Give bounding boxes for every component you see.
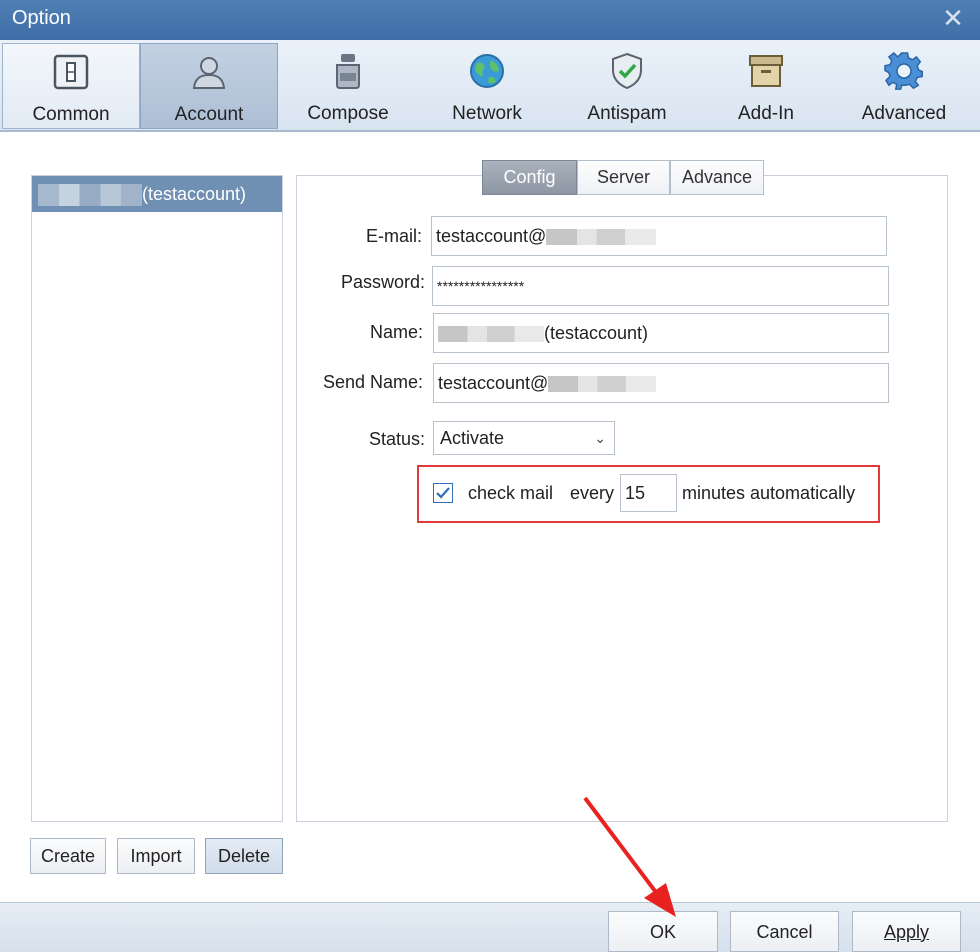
account-list-item[interactable]: (testaccount)	[32, 176, 282, 212]
tab-advance[interactable]: Advance	[670, 160, 764, 195]
toolbar-label-antispam: Antispam	[587, 103, 667, 124]
toolbar-label-compose: Compose	[307, 103, 389, 124]
send-name-label: Send Name:	[322, 372, 423, 392]
every-label: every	[570, 483, 615, 503]
tab-server[interactable]: Server	[577, 160, 670, 195]
status-value: Activate	[440, 428, 505, 448]
email-value: testaccount@	[436, 226, 547, 246]
toolbar-item-common[interactable]: Common	[2, 43, 140, 129]
close-icon[interactable]: ✕	[940, 5, 966, 31]
toolbar-label-account: Account	[174, 104, 244, 125]
apply-button[interactable]: Apply	[852, 911, 961, 952]
check-mail-checkbox[interactable]	[433, 483, 453, 503]
name-field[interactable]: (testaccount)	[433, 313, 889, 353]
send-name-field[interactable]: testaccount@	[433, 363, 889, 403]
category-toolbar: Common Account Compose Network Antispam	[0, 40, 980, 132]
toolbar-item-add-in[interactable]: Add-In	[697, 43, 835, 129]
check-mail-label: check mail	[468, 483, 554, 503]
minutes-field[interactable]: 15	[620, 474, 677, 512]
email-field[interactable]: testaccount@	[431, 216, 887, 256]
redacted-name	[438, 326, 544, 343]
status-label: Status:	[368, 429, 425, 449]
toolbar-label-add-in: Add-In	[738, 103, 794, 124]
toolbar-item-network[interactable]: Network	[418, 43, 556, 129]
ok-button[interactable]: OK	[608, 911, 718, 952]
antispam-icon	[612, 52, 642, 90]
title-bar: Option ✕	[0, 0, 980, 40]
email-label: E-mail:	[365, 226, 422, 246]
window-title: Option	[12, 7, 71, 29]
chevron-down-icon: ⌄	[594, 430, 606, 446]
toolbar-item-account[interactable]: Account	[140, 43, 278, 129]
redacted-email-domain	[546, 229, 657, 246]
redacted-account-name	[38, 184, 142, 207]
compose-icon	[336, 54, 360, 89]
common-icon	[53, 54, 89, 90]
name-value: (testaccount)	[544, 323, 649, 343]
toolbar-label-advanced: Advanced	[861, 103, 947, 124]
account-list-item-label: (testaccount)	[142, 184, 247, 204]
minutes-suffix-label: minutes automatically	[682, 483, 856, 503]
checkmark-icon	[436, 487, 450, 499]
send-name-value: testaccount@	[438, 373, 549, 393]
add-in-icon	[749, 55, 783, 87]
network-icon	[470, 54, 504, 88]
create-account-button[interactable]: Create	[30, 838, 106, 874]
toolbar-item-advanced[interactable]: Advanced	[835, 43, 973, 129]
toolbar-item-compose[interactable]: Compose	[279, 43, 417, 129]
cancel-button[interactable]: Cancel	[730, 911, 839, 952]
import-account-button[interactable]: Import	[117, 838, 195, 874]
advanced-icon	[884, 51, 923, 90]
account-list[interactable]: (testaccount)	[31, 175, 283, 822]
toolbar-label-common: Common	[32, 104, 110, 125]
tab-config[interactable]: Config	[482, 160, 577, 195]
name-label: Name:	[369, 322, 423, 342]
password-label: Password:	[340, 272, 425, 292]
redacted-send-domain	[548, 376, 657, 393]
status-select[interactable]: Activate ⌄	[433, 421, 615, 455]
delete-account-button[interactable]: Delete	[205, 838, 283, 874]
password-field[interactable]: ****************	[432, 266, 889, 306]
toolbar-label-network: Network	[452, 103, 522, 124]
account-icon	[192, 57, 226, 89]
toolbar-item-antispam[interactable]: Antispam	[558, 43, 696, 129]
